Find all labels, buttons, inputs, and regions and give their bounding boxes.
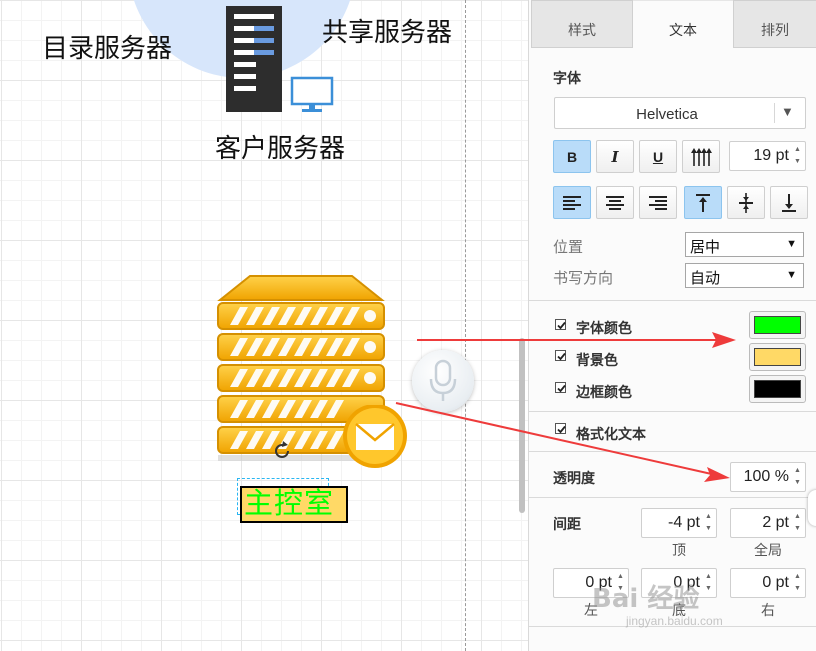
align-right-button[interactable] [639,186,677,219]
divider [529,626,816,627]
font-size-stepper[interactable]: 19 pt ▲ ▼ [729,141,806,171]
rotate-handle-icon[interactable] [272,440,292,460]
directory-server-label[interactable]: 目录服务器 [42,28,172,65]
formatted-text-label: 格式化文本 [576,426,646,442]
font-color-swatch [754,316,801,334]
spacing-bottom-value: 0 pt [673,574,700,591]
page-break-line [465,0,466,651]
spacing-left-value: 0 pt [585,574,612,591]
formatted-text-checkbox[interactable] [555,423,566,434]
chevron-down-icon: ▼ [786,269,797,281]
position-label: 位置 [553,239,584,256]
vertical-text-button[interactable] [682,140,720,173]
valign-middle-button[interactable] [727,186,765,219]
stepper-arrows[interactable]: ▲ ▼ [791,511,804,535]
microphone-icon [429,359,457,401]
chevron-down-icon: ▼ [786,238,797,250]
client-server-label[interactable]: 客户服务器 [215,128,345,165]
position-select[interactable]: 居中 ▼ [685,232,804,257]
voice-input-button[interactable] [412,350,474,412]
underline-button[interactable]: U [639,140,677,173]
stepper-arrows[interactable]: ▲ ▼ [614,571,627,595]
align-right-icon [649,195,667,210]
stepper-arrows[interactable]: ▲ ▼ [702,571,715,595]
valign-bottom-icon [782,193,796,212]
stepper-arrows[interactable]: ▲ ▼ [702,511,715,535]
font-size-value: 19 pt [753,147,789,164]
background-color-checkbox[interactable] [555,350,566,361]
border-color-button[interactable] [749,375,806,403]
valign-top-icon [696,193,710,212]
spacing-bottom-stepper[interactable]: 0 pt ▲ ▼ [641,568,717,598]
spacing-global-caption: 全局 [754,542,782,558]
diagram-canvas[interactable]: 目录服务器 共享服务器 客户服务器 主控室 [0,0,528,651]
spacing-right-value: 0 pt [762,574,789,591]
spacing-top-stepper[interactable]: -4 pt ▲ ▼ [641,508,717,538]
tab-arrange[interactable]: 排列 [733,0,816,48]
writing-direction-value: 自动 [690,270,721,287]
stepper-arrows[interactable]: ▲ ▼ [791,144,804,168]
font-family-select[interactable]: Helvetica ▼ [554,97,806,129]
opacity-label: 透明度 [553,470,595,486]
chevron-down-icon: ▼ [781,104,794,119]
divider [529,451,816,452]
valign-top-button[interactable] [684,186,722,219]
spacing-top-value: -4 pt [667,514,700,531]
opacity-stepper[interactable]: 100 % ▲ ▼ [730,462,806,492]
format-tabs: 样式 文本 排列 [529,0,816,48]
vertical-text-icon [691,147,712,166]
stepper-arrows[interactable]: ▲ ▼ [791,465,804,489]
floating-bubble[interactable] [808,490,816,526]
writing-direction-select[interactable]: 自动 ▼ [685,263,804,288]
spacing-bottom-caption: 底 [672,602,686,618]
spacing-top-caption: 顶 [672,542,686,558]
align-left-icon [563,195,581,210]
align-center-button[interactable] [596,186,634,219]
bold-button[interactable]: B [553,140,591,173]
shared-server-label[interactable]: 共享服务器 [322,12,452,49]
border-color-swatch [754,380,801,398]
border-color-checkbox[interactable] [555,382,566,393]
italic-button[interactable]: I [596,140,634,173]
server-rack-icon[interactable] [226,6,282,112]
font-color-label: 字体颜色 [576,320,632,336]
align-left-button[interactable] [553,186,591,219]
bold-icon: B [566,148,578,165]
stepper-arrows[interactable]: ▲ ▼ [791,571,804,595]
spacing-right-stepper[interactable]: 0 pt ▲ ▼ [730,568,806,598]
format-panel: 样式 文本 排列 字体 Helvetica ▼ B I U 19 pt ▲▼ [528,0,816,651]
tab-style[interactable]: 样式 [531,0,633,48]
valign-bottom-button[interactable] [770,186,808,219]
spacing-left-caption: 左 [584,602,598,618]
border-color-label: 边框颜色 [576,384,632,400]
spacing-right-caption: 右 [761,602,775,618]
divider [529,300,816,301]
font-color-button[interactable] [749,311,806,339]
underline-icon: U [652,148,664,165]
mail-icon[interactable] [340,405,410,471]
valign-middle-icon [739,192,753,213]
tab-text[interactable]: 文本 [633,0,733,48]
divider [529,497,816,498]
background-color-button[interactable] [749,343,806,371]
font-section-title: 字体 [553,70,581,86]
spacing-label: 间距 [553,516,581,532]
background-color-swatch [754,348,801,366]
canvas-scrollbar[interactable] [519,338,525,513]
spacing-left-stepper[interactable]: 0 pt ▲ ▼ [553,568,629,598]
spacing-global-stepper[interactable]: 2 pt ▲ ▼ [730,508,806,538]
background-color-label: 背景色 [576,352,618,368]
writing-direction-label: 书写方向 [553,270,614,287]
font-color-checkbox[interactable] [555,319,566,330]
main-control-room-label[interactable]: 主控室 [240,486,348,523]
italic-icon: I [611,147,619,166]
spacing-global-value: 2 pt [762,514,789,531]
align-center-icon [606,195,624,210]
divider [529,411,816,412]
position-value: 居中 [690,239,721,256]
monitor-icon[interactable] [290,76,334,114]
font-family-value: Helvetica [636,106,698,123]
opacity-value: 100 % [743,468,789,485]
